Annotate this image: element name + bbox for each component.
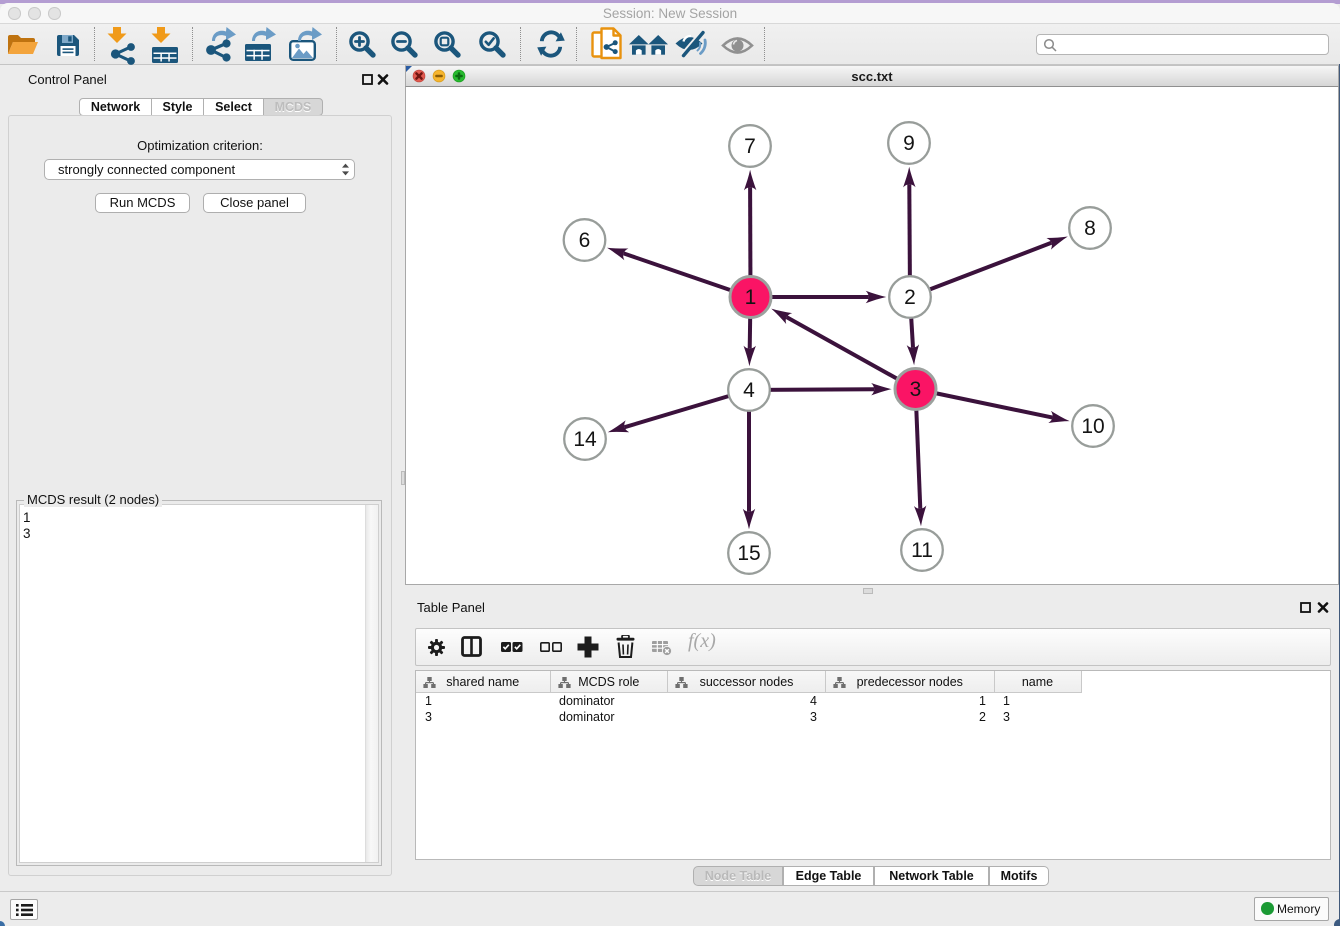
svg-text:8: 8 [1084,217,1096,240]
svg-text:2: 2 [904,286,916,309]
svg-text:1: 1 [745,286,757,309]
svg-text:15: 15 [737,542,760,565]
svg-text:4: 4 [743,379,755,402]
svg-text:10: 10 [1081,415,1104,438]
svg-text:3: 3 [910,378,922,401]
svg-text:11: 11 [911,539,933,562]
svg-text:7: 7 [744,135,756,158]
svg-text:6: 6 [579,229,591,252]
svg-text:9: 9 [903,132,915,155]
svg-text:14: 14 [573,428,597,451]
